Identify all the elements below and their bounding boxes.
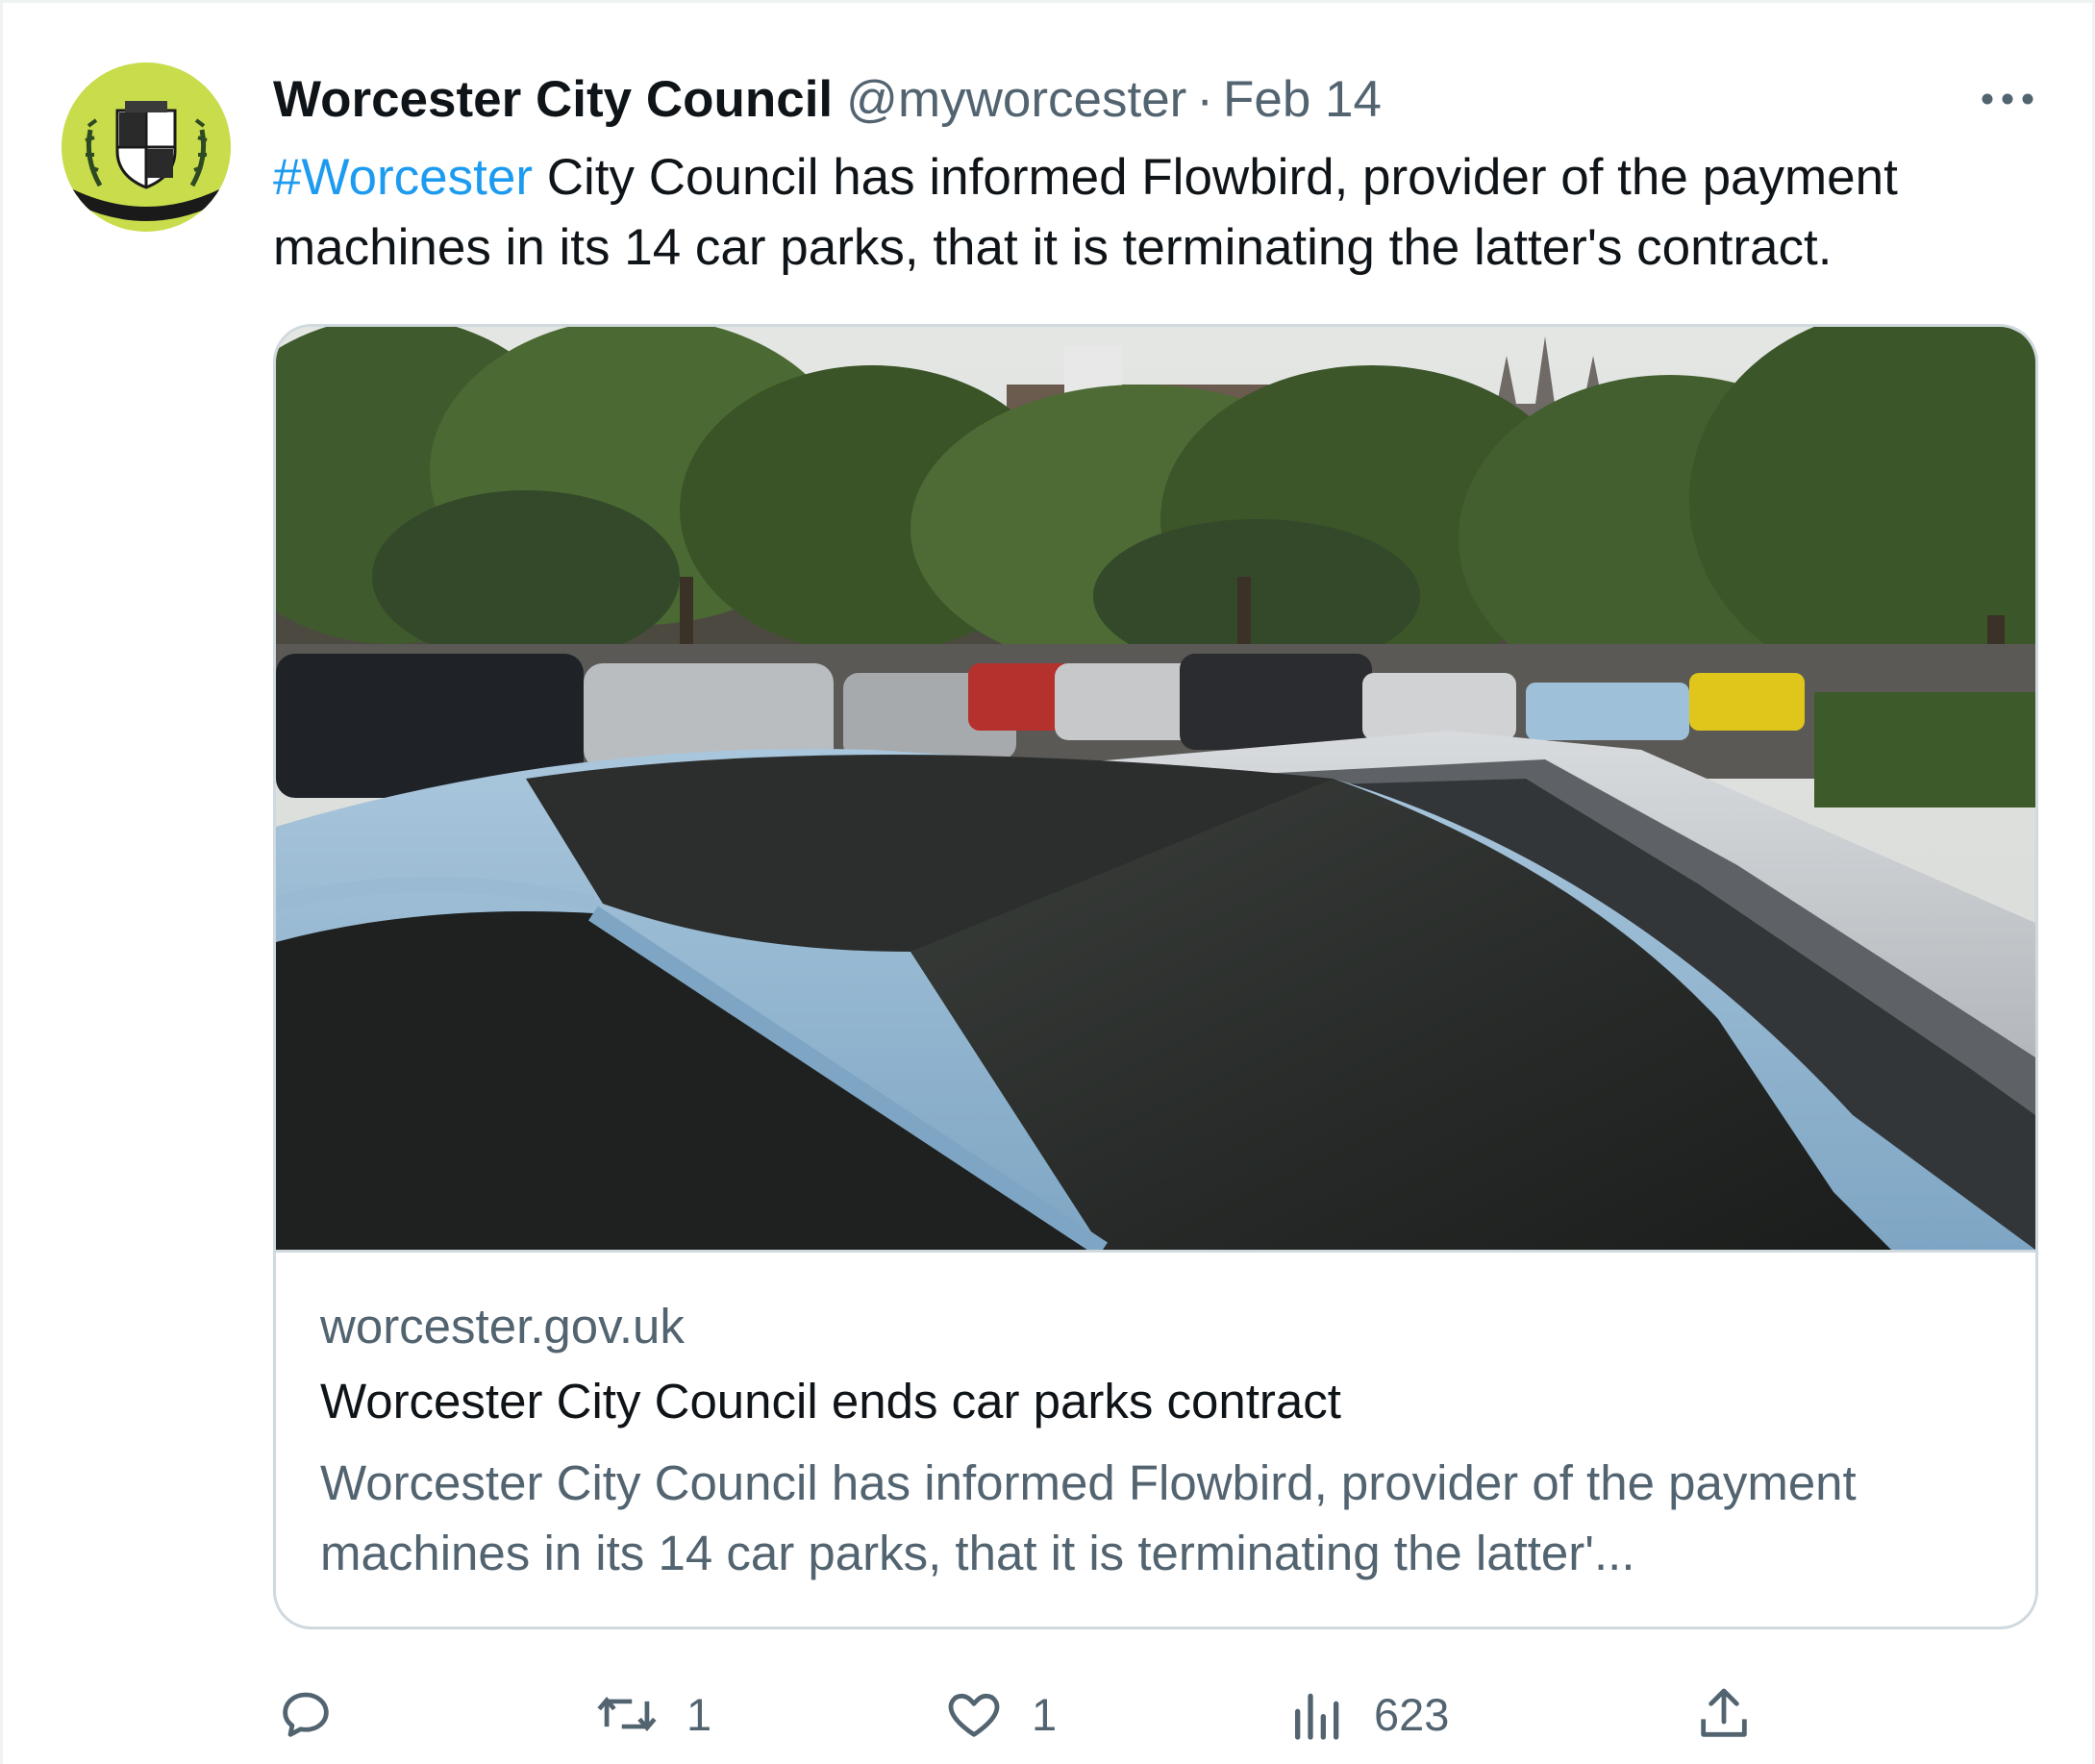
separator-dot: · xyxy=(1196,70,1213,128)
car-park-photo xyxy=(276,327,2035,1250)
hashtag-link[interactable]: #Worcester xyxy=(273,149,533,206)
views-chart-icon xyxy=(1295,1693,1339,1740)
tweet-header: Worcester City Council @myworcester · Fe… xyxy=(273,64,1382,134)
share-button[interactable] xyxy=(1693,1676,1755,1752)
reply-button[interactable] xyxy=(275,1676,363,1752)
like-button[interactable]: 1 xyxy=(943,1676,1057,1752)
views-count: 623 xyxy=(1374,1688,1450,1740)
tweet-article[interactable]: Worcester City Council @myworcester · Fe… xyxy=(0,0,2095,1764)
avatar[interactable] xyxy=(62,62,231,232)
timestamp[interactable]: Feb 14 xyxy=(1223,70,1382,129)
heart-icon xyxy=(948,1693,1000,1737)
card-image[interactable] xyxy=(276,327,2035,1253)
more-button[interactable] xyxy=(1964,70,2051,128)
reply-icon xyxy=(283,1692,329,1737)
share-icon xyxy=(1701,1688,1747,1737)
link-card[interactable]: worcester.gov.uk Worcester City Council … xyxy=(273,324,2038,1629)
action-bar: 1 1 623 xyxy=(3,1676,2095,1752)
more-dots-icon xyxy=(1982,93,2033,105)
worcester-crest-icon xyxy=(62,62,231,232)
like-count: 1 xyxy=(1032,1688,1058,1740)
retweet-count: 1 xyxy=(686,1688,712,1740)
user-handle[interactable]: @myworcester xyxy=(846,70,1186,129)
card-title: Worcester City Council ends car parks co… xyxy=(320,1374,1341,1429)
card-description: Worcester City Council has informed Flow… xyxy=(320,1455,1857,1580)
tweet-text: #Worcester City Council has informed Flo… xyxy=(273,142,2042,283)
views-button[interactable]: 623 xyxy=(1289,1676,1449,1752)
display-name[interactable]: Worcester City Council xyxy=(273,70,833,129)
retweet-icon xyxy=(597,1696,657,1732)
card-domain: worcester.gov.uk xyxy=(320,1299,685,1354)
retweet-button[interactable]: 1 xyxy=(594,1676,711,1752)
